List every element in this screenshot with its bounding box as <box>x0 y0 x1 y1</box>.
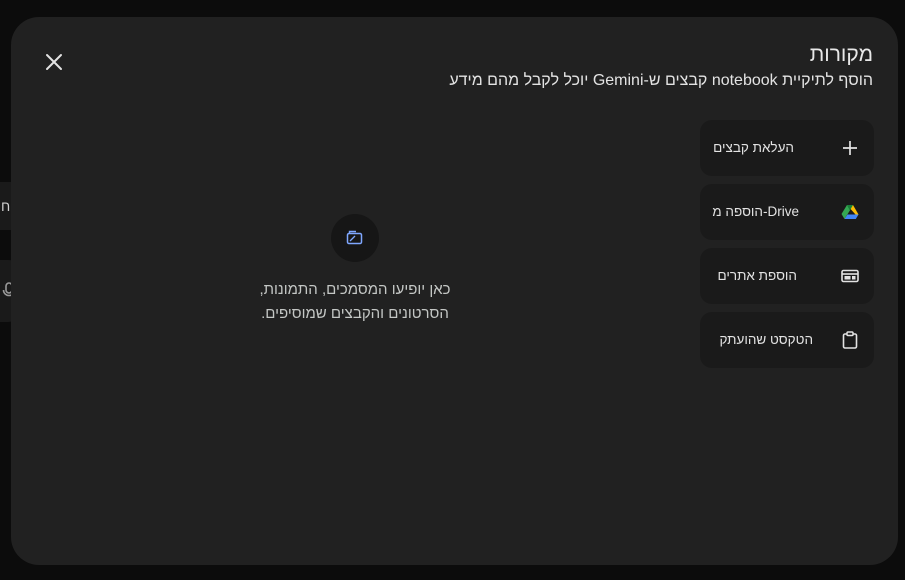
upload-files-button[interactable]: העלאת קבצים <box>700 120 874 176</box>
pasted-text-label: הטקסט שהועתק <box>719 332 813 347</box>
close-button[interactable] <box>39 47 69 77</box>
empty-state-line-2: הסרטונים והקבצים שמוסיפים. <box>261 305 449 322</box>
dialog-subtitle: הוסף לתיקיית notebook קבצים ש-Gemini יוכ… <box>449 72 873 89</box>
close-icon <box>46 54 62 70</box>
clipboard-icon <box>838 328 862 352</box>
website-icon <box>838 264 862 288</box>
add-websites-label: הוספת אתרים <box>717 268 797 283</box>
upload-files-label: העלאת קבצים <box>713 140 794 155</box>
plus-icon <box>838 136 862 160</box>
google-drive-icon <box>838 200 862 224</box>
sources-empty-icon <box>331 214 379 262</box>
pasted-text-button[interactable]: הטקסט שהועתק <box>700 312 874 368</box>
dialog-title: מקורות <box>809 43 873 66</box>
add-websites-button[interactable]: הוספת אתרים <box>700 248 874 304</box>
sources-dialog: מקורות הוסף לתיקיית notebook קבצים ש-Gem… <box>11 17 898 565</box>
source-options: העלאת קבצים הוספה מ-Drive הוספת אתרים הט… <box>700 120 874 376</box>
empty-state-message: כאן יופיעו המסמכים, התמונות, הסרטונים וה… <box>225 278 485 326</box>
add-from-drive-button[interactable]: הוספה מ-Drive <box>700 184 874 240</box>
sources-icon <box>346 230 363 245</box>
add-from-drive-label: הוספה מ-Drive <box>712 204 799 219</box>
empty-state-line-1: כאן יופיעו המסמכים, התמונות, <box>259 281 451 298</box>
